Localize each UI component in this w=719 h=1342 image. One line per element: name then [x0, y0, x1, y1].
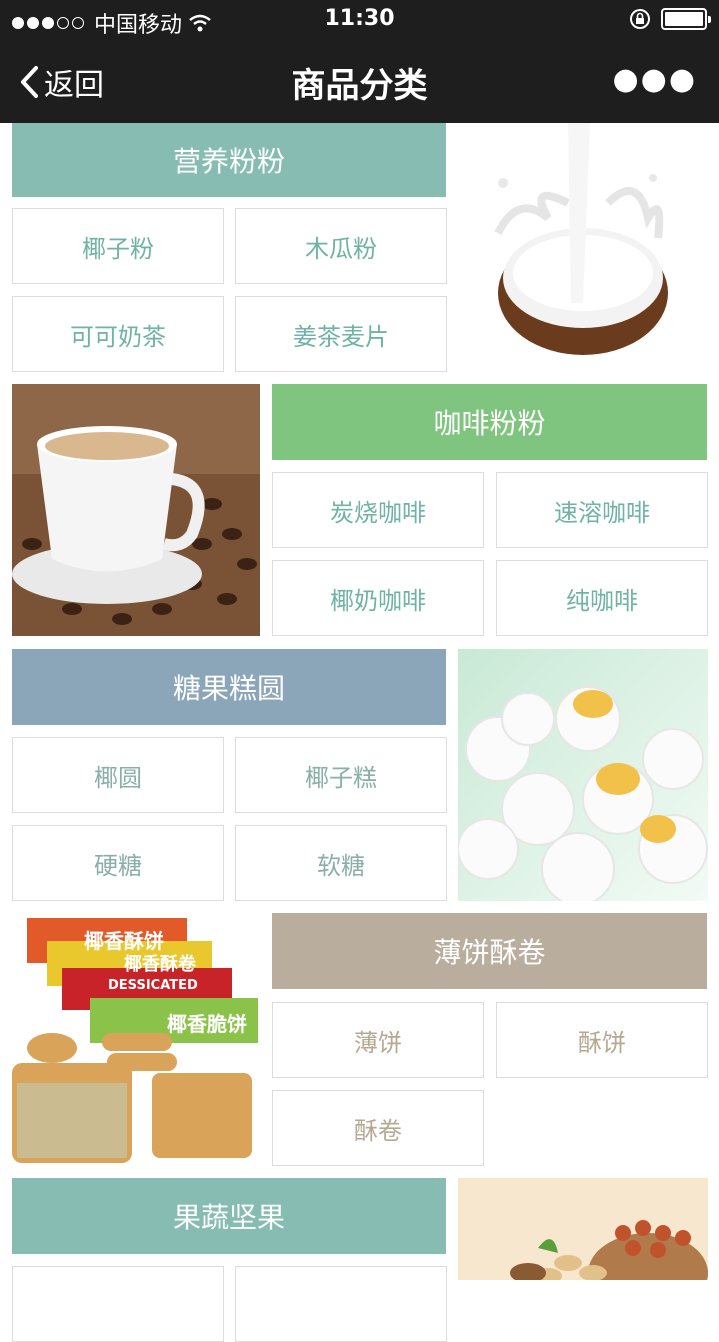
section-header-nutrition[interactable]: 营养粉粉 [12, 123, 446, 197]
category-item[interactable]: 椰奶咖啡 [272, 560, 484, 636]
section-header-coffee[interactable]: 咖啡粉粉 [272, 384, 707, 460]
category-item[interactable]: 可可奶茶 [12, 296, 224, 372]
category-item[interactable]: 木瓜粉 [235, 208, 447, 284]
category-item[interactable]: 软糖 [235, 825, 447, 901]
section-title: 糖果糕圆 [172, 672, 285, 705]
section-header-nuts[interactable]: 果蔬坚果 [12, 1178, 446, 1254]
clock: 11:30 [324, 6, 395, 31]
category-item[interactable]: 椰圆 [12, 737, 224, 813]
biscuit-boxes-image[interactable]: 椰香酥饼 椰香酥卷 DESSICATED 椰香脆饼 [12, 913, 260, 1167]
category-item[interactable]: 硬糖 [12, 825, 224, 901]
category-item[interactable]: 薄饼 [272, 1002, 484, 1078]
brand-label: 椰香脆饼 [167, 1012, 247, 1036]
category-item[interactable]: 速溶咖啡 [496, 472, 708, 548]
section-title: 薄饼酥卷 [433, 936, 546, 969]
page-title: 商品分类 [291, 66, 428, 106]
coffee-cup-image[interactable] [12, 384, 260, 636]
brand-label: DESSICATED [108, 978, 198, 993]
category-item[interactable]: 炭烧咖啡 [272, 472, 484, 548]
category-item[interactable]: 椰子粉 [12, 208, 224, 284]
nuts-image[interactable] [458, 1178, 708, 1280]
rotation-lock-icon [630, 9, 650, 29]
section-title: 果蔬坚果 [172, 1201, 285, 1234]
section-title: 营养粉粉 [172, 145, 285, 178]
category-item[interactable]: 椰子糕 [235, 737, 447, 813]
battery-icon [661, 8, 711, 30]
nav-bar: 返回 商品分类 ●●● [0, 40, 719, 123]
coconut-milk-image[interactable] [458, 123, 708, 373]
section-header-candy[interactable]: 糖果糕圆 [12, 649, 446, 725]
section-header-pancake[interactable]: 薄饼酥卷 [272, 913, 707, 989]
brand-label: 椰香酥卷 [124, 954, 196, 975]
category-item[interactable]: 酥卷 [272, 1090, 484, 1166]
more-options-icon[interactable]: ●●● [612, 62, 697, 97]
category-item[interactable]: 姜茶麦片 [235, 296, 447, 372]
coconut-balls-image[interactable] [458, 649, 708, 901]
section-title: 咖啡粉粉 [433, 407, 546, 440]
category-item[interactable]: 纯咖啡 [496, 560, 708, 636]
status-bar: 中国移动 11:30 [0, 0, 719, 40]
category-item-partial[interactable] [235, 1266, 447, 1342]
category-item-partial[interactable] [12, 1266, 224, 1342]
category-item[interactable]: 酥饼 [496, 1002, 708, 1078]
